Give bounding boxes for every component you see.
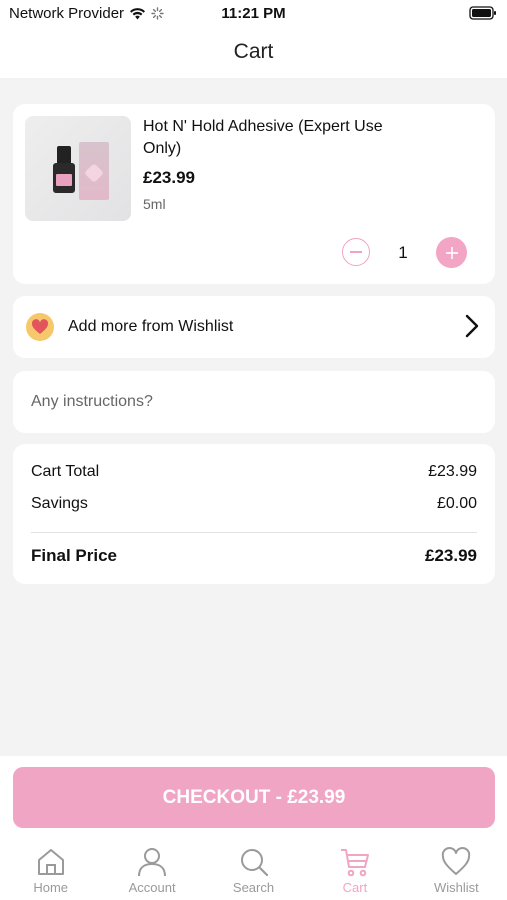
- tab-cart-label: Cart: [342, 880, 368, 895]
- wishlist-label: Add more from Wishlist: [68, 318, 234, 335]
- savings-row: Savings £0.00: [31, 495, 477, 513]
- savings-value: £0.00: [436, 495, 477, 512]
- cart-item-card: Hot N' Hold Adhesive (Expert Use Only) £…: [13, 104, 495, 284]
- bottom-area: CHECKOUT - £23.99 Home Account Search Ca…: [0, 756, 507, 900]
- tab-search[interactable]: Search: [203, 840, 304, 900]
- cart-total-label: Cart Total: [31, 463, 100, 480]
- battery-icon: [469, 6, 497, 24]
- summary-divider: [31, 532, 477, 533]
- tab-bar: Home Account Search Cart Wishlist: [0, 840, 507, 900]
- checkout-button[interactable]: CHECKOUT - £23.99: [13, 767, 495, 828]
- product-size: 5ml: [143, 196, 166, 212]
- tab-search-label: Search: [232, 880, 275, 895]
- chevron-right-icon: [465, 314, 479, 338]
- product-image[interactable]: [25, 116, 131, 221]
- product-price: £23.99: [143, 168, 195, 187]
- cart-total-value: £23.99: [428, 463, 477, 480]
- page-title: Cart: [233, 40, 274, 63]
- account-icon: [138, 848, 167, 877]
- price-summary-card: Cart Total £23.99 Savings £0.00 Final Pr…: [13, 444, 495, 584]
- minus-icon: [350, 251, 362, 253]
- cart-total-row: Cart Total £23.99: [31, 463, 477, 481]
- tab-wishlist[interactable]: Wishlist: [406, 840, 507, 900]
- cart-icon: [340, 849, 369, 877]
- wishlist-heart-icon: [26, 313, 54, 341]
- tab-account[interactable]: Account: [101, 840, 202, 900]
- status-time: 11:21 PM: [221, 5, 286, 22]
- instructions-card: [13, 371, 495, 433]
- plus-icon: [445, 246, 458, 259]
- tab-home-label: Home: [33, 880, 69, 895]
- decrease-quantity-button[interactable]: [342, 238, 370, 266]
- final-price-value: £23.99: [425, 546, 477, 565]
- tab-wishlist-label: Wishlist: [433, 880, 479, 895]
- wishlist-row[interactable]: Add more from Wishlist: [13, 296, 495, 358]
- status-bar: Network Provider 11:21 PM: [0, 0, 507, 30]
- increase-quantity-button[interactable]: [436, 237, 467, 268]
- savings-label: Savings: [31, 495, 88, 512]
- tab-cart[interactable]: Cart: [304, 840, 405, 900]
- search-icon: [240, 849, 268, 877]
- tab-account-label: Account: [128, 880, 176, 895]
- instructions-input[interactable]: [31, 389, 471, 415]
- final-price-label: Final Price: [31, 546, 117, 565]
- home-icon: [37, 849, 64, 875]
- final-price-row: Final Price £23.99: [31, 546, 477, 566]
- heart-icon: [442, 847, 471, 875]
- quantity-value: 1: [398, 243, 408, 262]
- product-name[interactable]: Hot N' Hold Adhesive (Expert Use Only): [143, 116, 383, 160]
- nav-header: Cart: [0, 30, 507, 78]
- tab-home[interactable]: Home: [0, 840, 101, 900]
